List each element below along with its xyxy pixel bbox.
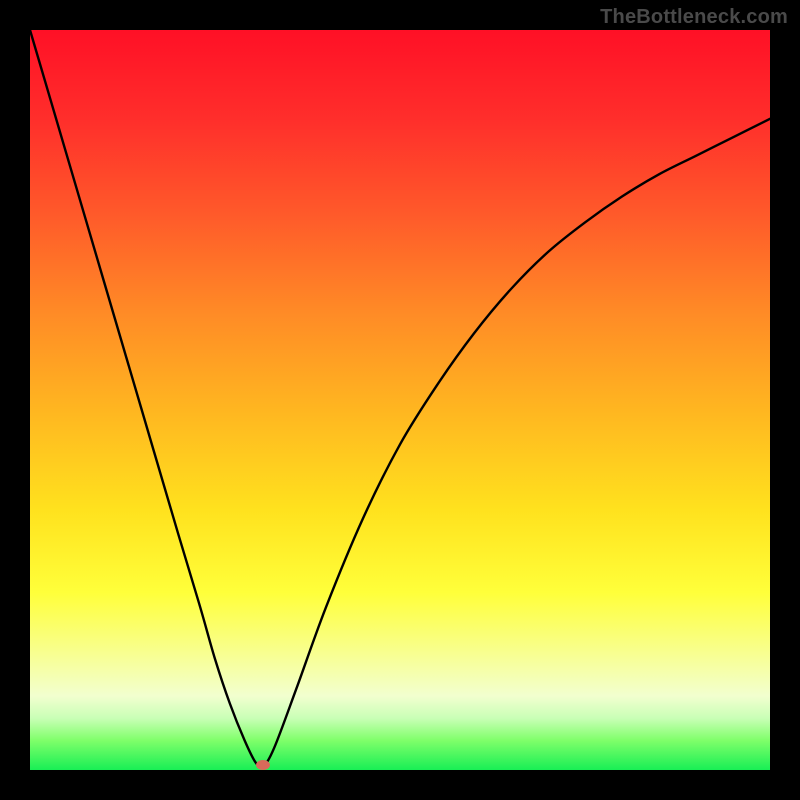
bottleneck-curve-path (30, 30, 770, 767)
curve-svg (30, 30, 770, 770)
min-marker (256, 760, 270, 770)
watermark-text: TheBottleneck.com (600, 6, 788, 29)
plot-area (30, 30, 770, 770)
chart-frame: TheBottleneck.com (0, 0, 800, 800)
